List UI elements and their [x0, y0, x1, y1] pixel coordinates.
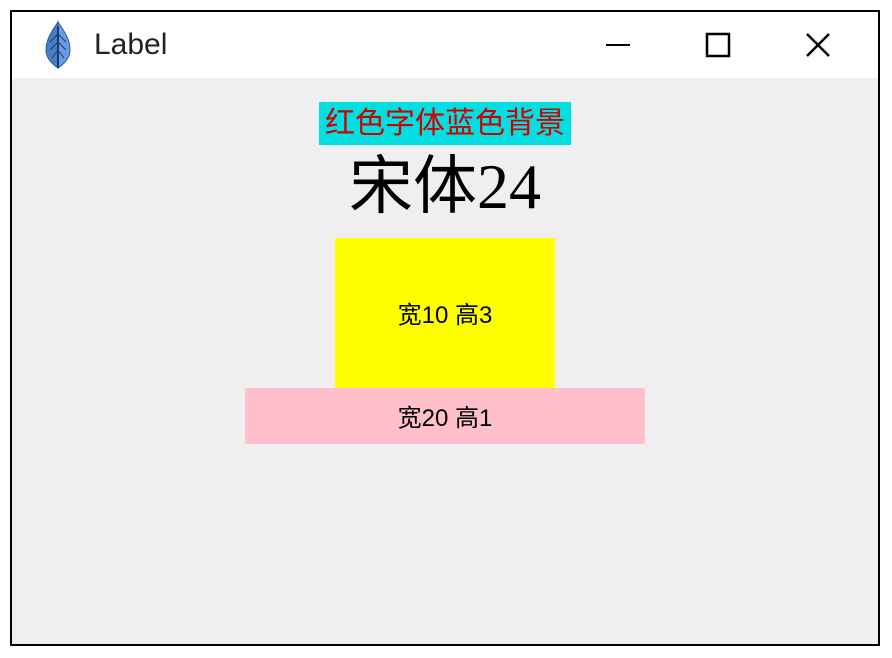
label-songti-24: 宋体24: [349, 149, 541, 226]
minimize-button[interactable]: [598, 25, 638, 65]
close-button[interactable]: [798, 25, 838, 65]
label-yellow-10x3: 宽10 高3: [335, 238, 555, 388]
window-title: Label: [94, 28, 598, 62]
application-window: Label 红色字体蓝色背景 宋体24 宽10 高3: [10, 10, 880, 646]
label-red-on-cyan: 红色字体蓝色背景: [319, 102, 571, 145]
titlebar[interactable]: Label: [12, 12, 878, 78]
client-area: 红色字体蓝色背景 宋体24 宽10 高3 宽20 高1: [12, 78, 878, 444]
tk-feather-icon: [40, 20, 76, 70]
label-pink-20x1: 宽20 高1: [245, 388, 645, 444]
window-controls: [598, 25, 868, 65]
maximize-button[interactable]: [698, 25, 738, 65]
